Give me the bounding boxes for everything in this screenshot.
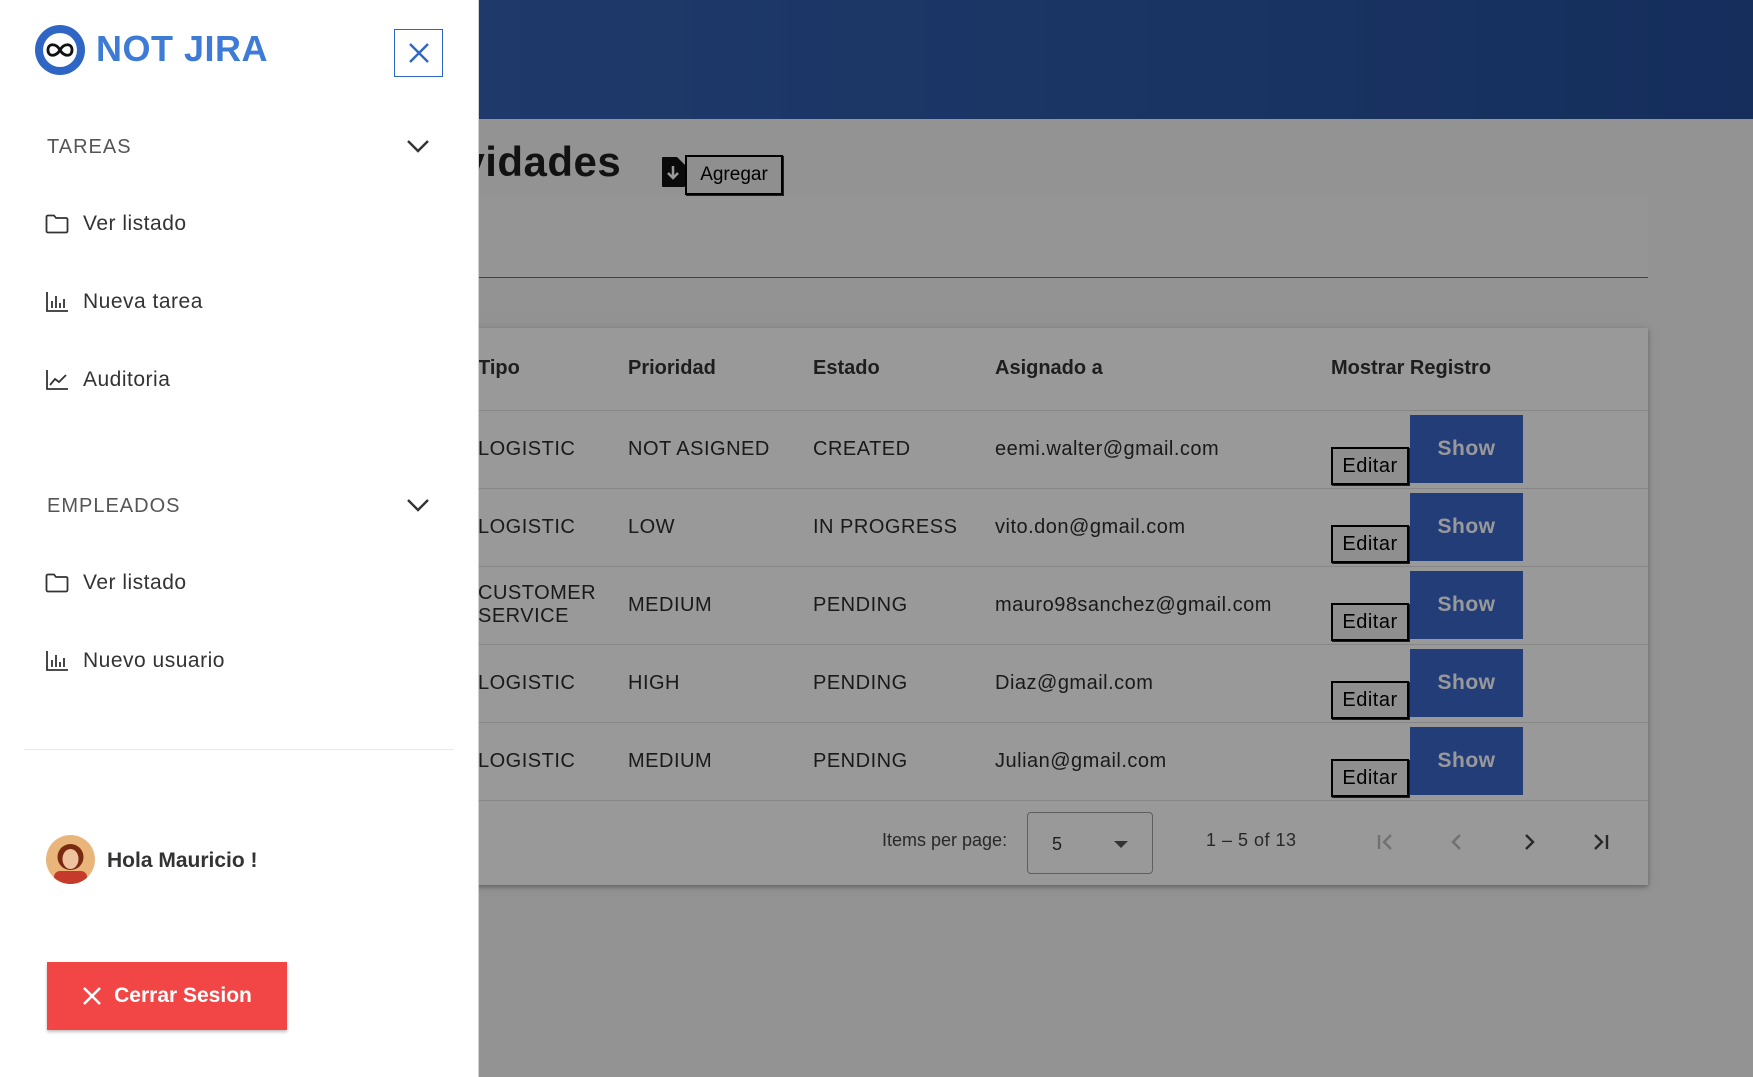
avatar: [46, 835, 95, 884]
bar-chart-icon: [46, 651, 68, 671]
brand-title: NOT JIRA: [96, 28, 269, 69]
chevron-down-icon[interactable]: [406, 138, 430, 154]
section-tareas[interactable]: TAREAS: [47, 136, 132, 159]
sidebar-item-label: Ver listado: [83, 571, 187, 594]
section-empleados[interactable]: EMPLEADOS: [47, 495, 180, 518]
sidebar-item-nuevo-usuario[interactable]: Nuevo usuario: [45, 641, 225, 681]
folder-icon: [45, 573, 69, 593]
bar-chart-icon: [46, 292, 68, 312]
sidebar-item-nueva-tarea[interactable]: Nueva tarea: [45, 282, 203, 322]
sidebar-item-auditoria[interactable]: Auditoria: [45, 360, 170, 400]
folder-icon: [45, 214, 69, 234]
user-avatar-icon: [46, 835, 95, 884]
sidebar-item-empleados-listado[interactable]: Ver listado: [45, 563, 187, 603]
trending-up-icon: [46, 370, 68, 390]
sidebar-item-label: Nueva tarea: [83, 290, 203, 313]
close-drawer-button[interactable]: [394, 29, 443, 77]
close-icon: [408, 43, 429, 63]
close-icon: [83, 987, 102, 1005]
sidebar-item-label: Nuevo usuario: [83, 649, 225, 672]
infinity-logo-icon: [35, 25, 85, 75]
chevron-down-icon[interactable]: [406, 497, 430, 513]
sidebar-item-tareas-listado[interactable]: Ver listado: [45, 204, 187, 244]
sidebar-item-label: Ver listado: [83, 212, 187, 235]
sidebar-divider: [24, 749, 454, 750]
sidebar-item-label: Auditoria: [83, 368, 171, 391]
sidebar-drawer: NOT JIRA TAREAS Ver listado Nueva tarea …: [0, 0, 479, 1077]
user-greeting: Hola Mauricio !: [107, 849, 258, 872]
logout-label: Cerrar Sesion: [114, 984, 252, 1007]
logout-button[interactable]: Cerrar Sesion: [47, 962, 287, 1030]
